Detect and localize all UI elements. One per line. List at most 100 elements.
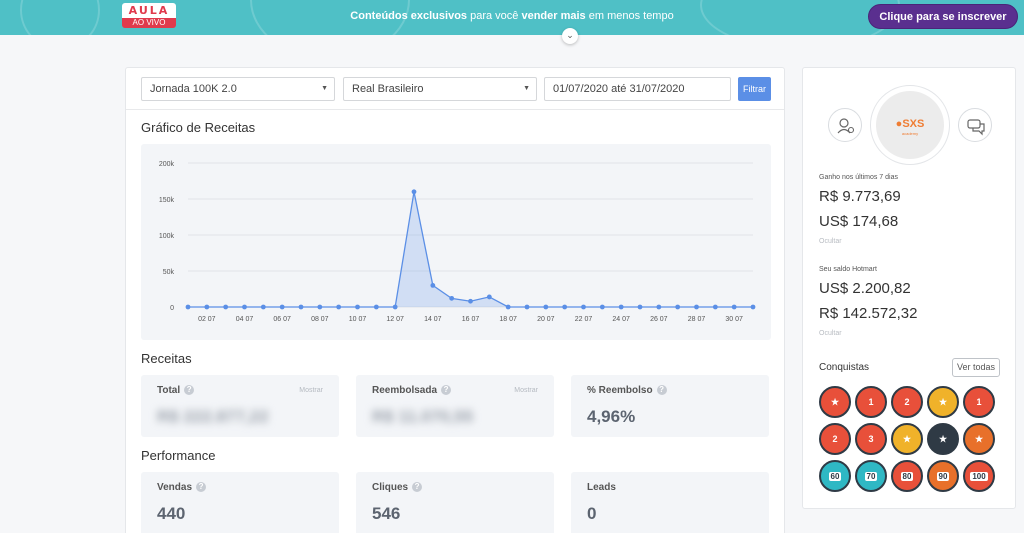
level-badge-icon[interactable]: 80: [891, 460, 923, 492]
subscribe-button[interactable]: Clique para se inscrever: [868, 4, 1018, 29]
balance-usd: US$ 2.200,82: [819, 280, 911, 297]
profile-card: ●SXS academy Ganho nos últimos 7 dias R$…: [802, 67, 1016, 509]
badge-label: 90: [936, 472, 950, 481]
help-icon[interactable]: ?: [412, 482, 423, 492]
x-tick-label: 24 07: [612, 316, 630, 323]
sales-label-text: Vendas: [157, 482, 193, 493]
data-point: [505, 304, 511, 310]
badge-label: 60: [828, 472, 842, 481]
data-point: [373, 304, 379, 310]
promo-bold-2: vender mais: [521, 10, 586, 22]
level-badge-icon[interactable]: 100: [963, 460, 995, 492]
data-point: [223, 304, 229, 310]
x-tick-label: 02 07: [198, 316, 216, 323]
badge-emblem: ★: [974, 434, 984, 444]
medal-badge-icon[interactable]: 2: [819, 423, 851, 455]
level-badge-icon[interactable]: 90: [927, 460, 959, 492]
filter-bar: Jornada 100K 2.0 ▼ Real Brasileiro ▼ 01/…: [126, 68, 784, 110]
achievements-title: Conquistas: [819, 362, 870, 373]
y-tick-label: 200k: [159, 161, 175, 168]
users-gear-button[interactable]: [828, 108, 862, 142]
see-all-button[interactable]: Ver todas: [952, 358, 1000, 377]
ninja-badge-icon[interactable]: ★: [927, 423, 959, 455]
badge-label: 3: [868, 434, 874, 444]
avatar[interactable]: ●SXS academy: [876, 91, 944, 159]
show-refund-link[interactable]: Mostrar: [514, 387, 538, 394]
level-badge-icon[interactable]: 60: [819, 460, 851, 492]
badge-label: 100: [970, 472, 988, 481]
help-icon[interactable]: ?: [441, 385, 452, 395]
data-point: [543, 304, 549, 310]
badge-emblem: ★: [938, 434, 948, 444]
data-point: [242, 304, 247, 310]
date-range-input[interactable]: 01/07/2020 até 31/07/2020: [544, 77, 731, 101]
data-point: [599, 304, 605, 310]
revenue-chart: 0 50k 100k 150k 200k 02 07 04 07 06 07 08 07 10 0…: [141, 144, 771, 340]
users-gear-icon: [837, 118, 855, 134]
x-tick-label: 18 07: [499, 316, 517, 323]
filter-button[interactable]: Filtrar: [738, 77, 771, 101]
trophy-badge-icon[interactable]: ★: [819, 386, 851, 418]
data-point: [185, 304, 191, 310]
help-icon[interactable]: ?: [656, 385, 667, 395]
refund-pct-label: % Reembolso?: [587, 385, 667, 396]
date-range-value: 01/07/2020 até 31/07/2020: [553, 83, 685, 95]
mountain-badge-icon[interactable]: ★: [963, 423, 995, 455]
refund-pct-label-text: % Reembolso: [587, 385, 653, 396]
sales-value: 440: [157, 504, 186, 523]
data-point: [581, 304, 586, 310]
main-dashboard-card: Jornada 100K 2.0 ▼ Real Brasileiro ▼ 01/…: [125, 67, 785, 533]
data-point: [279, 304, 285, 310]
hide-balance-link[interactable]: Ocultar: [819, 330, 842, 337]
sales-card: Vendas? 440: [141, 472, 339, 533]
show-total-link[interactable]: Mostrar: [299, 387, 323, 394]
currency-select[interactable]: Real Brasileiro ▼: [343, 77, 537, 101]
badge-label: 2: [832, 434, 838, 444]
earned-label: Ganho nos últimos 7 dias: [819, 174, 898, 181]
x-tick-label: 12 07: [386, 316, 404, 323]
data-point: [562, 304, 568, 310]
data-point: [430, 283, 436, 288]
badge-emblem: ★: [938, 397, 948, 407]
revenue-section-title: Receitas: [141, 351, 192, 366]
medal-badge-icon[interactable]: 1: [855, 386, 887, 418]
leads-label-text: Leads: [587, 482, 616, 493]
refund-card: Reembolsada? Mostrar R$ 11.070,55: [356, 375, 554, 437]
medal-badge-icon[interactable]: 2: [891, 386, 923, 418]
medal-badge-icon[interactable]: 1: [963, 386, 995, 418]
medal-badge-icon[interactable]: 3: [855, 423, 887, 455]
clicks-label: Cliques?: [372, 482, 423, 493]
data-point: [750, 304, 756, 310]
chat-button[interactable]: [958, 108, 992, 142]
cup-badge-icon[interactable]: ★: [927, 386, 959, 418]
help-icon[interactable]: ?: [196, 482, 207, 492]
total-label: Total?: [157, 385, 195, 396]
badge-emblem: ★: [830, 397, 840, 407]
badge-label: 1: [976, 397, 982, 407]
level-badge-icon[interactable]: 70: [855, 460, 887, 492]
product-select[interactable]: Jornada 100K 2.0 ▼: [141, 77, 335, 101]
data-point: [336, 304, 342, 310]
data-point: [204, 304, 210, 310]
refund-pct-value: 4,96%: [587, 407, 636, 426]
leads-value: 0: [587, 504, 597, 523]
caret-down-icon: ▼: [321, 85, 328, 92]
earned-usd: US$ 174,68: [819, 213, 899, 230]
x-tick-label: 20 07: [537, 316, 555, 323]
star-badge-icon[interactable]: ★: [891, 423, 923, 455]
data-point: [260, 304, 266, 310]
clicks-value: 546: [372, 504, 401, 523]
help-icon[interactable]: ?: [184, 385, 195, 395]
refund-pct-card: % Reembolso? 4,96%: [571, 375, 769, 437]
data-point: [618, 304, 624, 310]
badge-label: 1: [868, 397, 874, 407]
y-tick-label: 0: [170, 305, 174, 312]
chart-section-title: Gráfico de Receitas: [141, 120, 256, 135]
hide-earned-link[interactable]: Ocultar: [819, 238, 842, 245]
chevron-down-icon[interactable]: ⌄: [562, 28, 578, 44]
promo-bold-1: Conteúdos exclusivos: [350, 10, 468, 22]
x-tick-label: 26 07: [650, 316, 668, 323]
avatar-brand: ●SXS: [895, 118, 925, 130]
series-area: [188, 191, 753, 307]
y-tick-label: 50k: [163, 269, 175, 276]
